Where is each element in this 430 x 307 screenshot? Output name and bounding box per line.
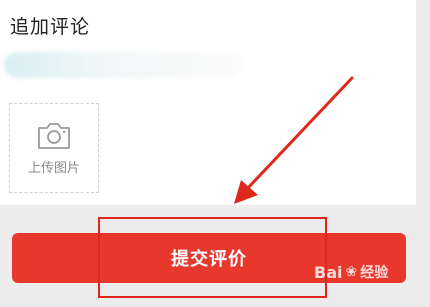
baidu-jingyan-watermark: Bai ❀ 经验 — [314, 262, 388, 282]
submit-review-label: 提交评价 — [171, 249, 247, 270]
watermark-brand-a: Bai — [314, 262, 343, 282]
upload-image-button[interactable]: 上传图片 — [9, 103, 99, 193]
section-title: 追加评论 — [10, 16, 91, 38]
comment-input-blurred[interactable] — [4, 52, 242, 78]
paw-icon: ❀ — [345, 264, 358, 280]
upload-image-label: 上传图片 — [27, 160, 80, 176]
comment-card: 追加评论 上传图片 — [0, 0, 416, 205]
watermark-brand-b: 经验 — [360, 265, 389, 281]
camera-icon — [36, 121, 72, 151]
